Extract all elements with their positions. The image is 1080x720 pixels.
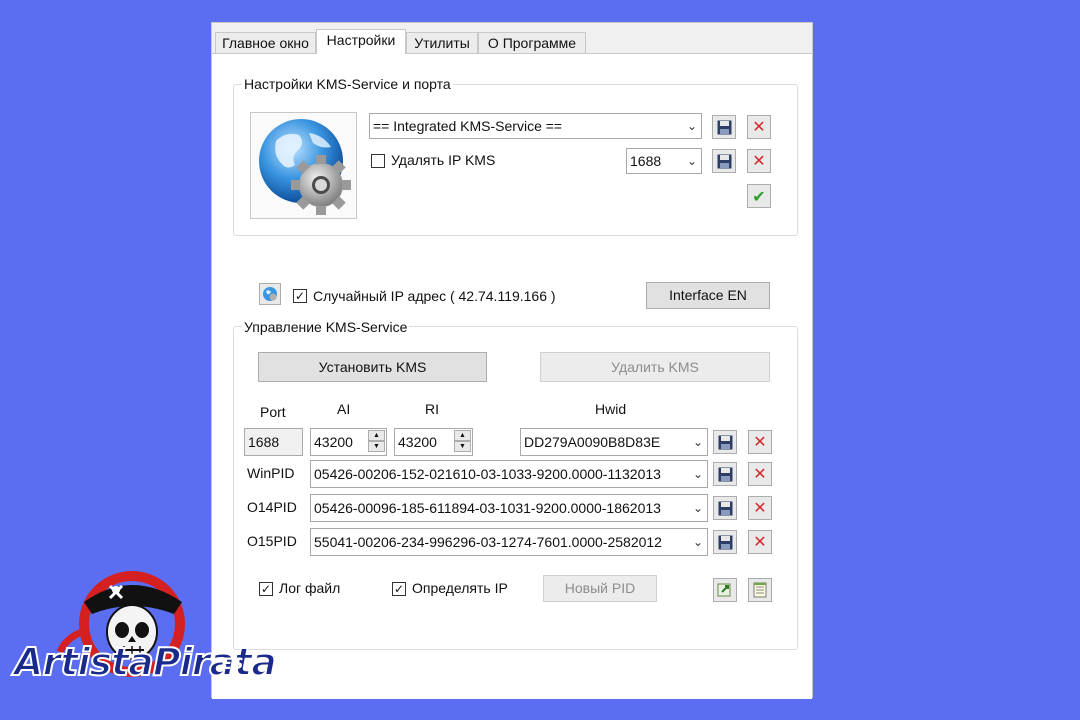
notes-button[interactable] bbox=[748, 578, 772, 602]
save-service-button[interactable] bbox=[712, 115, 736, 139]
detect-ip-label: Определять IP bbox=[412, 580, 508, 596]
chevron-down-icon: ⌄ bbox=[686, 119, 697, 133]
tab-bar: Главное окно Настройки Утилиты О Програм… bbox=[212, 29, 812, 54]
save-hwid-button[interactable] bbox=[713, 430, 737, 454]
globe-gear-icon bbox=[250, 112, 357, 219]
o15pid-select[interactable]: 55041-00206-234-996296-03-1274-7601.0000… bbox=[310, 528, 708, 556]
hwid-column-header: Hwid bbox=[595, 401, 627, 417]
new-pid-button[interactable]: Новый PID bbox=[543, 575, 657, 602]
winpid-select[interactable]: 05426-00206-152-021610-03-1033-9200.0000… bbox=[310, 460, 708, 488]
arrow-up-icon[interactable]: ▲ bbox=[454, 430, 471, 441]
chevron-down-icon: ⌄ bbox=[692, 535, 703, 549]
close-icon: ✕ bbox=[753, 432, 767, 451]
o14pid-select[interactable]: 05426-00096-185-611894-03-1031-9200.0000… bbox=[310, 494, 708, 522]
o15pid-label: O15PID bbox=[247, 533, 297, 549]
kms-service-select-value: == Integrated KMS-Service == bbox=[373, 118, 563, 134]
ri-column-header: RI bbox=[425, 401, 439, 417]
floppy-disk-icon bbox=[718, 501, 732, 515]
ai-stepper[interactable]: 43200 ▲ ▼ bbox=[310, 428, 387, 456]
network-icon-button[interactable] bbox=[259, 283, 281, 305]
o14pid-value: 05426-00096-185-611894-03-1031-9200.0000… bbox=[314, 500, 661, 516]
arrow-down-icon[interactable]: ▼ bbox=[454, 441, 471, 452]
apply-button[interactable]: ✔ bbox=[747, 184, 771, 208]
delete-ip-checkbox[interactable] bbox=[371, 154, 385, 168]
delete-ip-label: Удалять IP KMS bbox=[391, 152, 496, 168]
export-button[interactable] bbox=[713, 578, 737, 602]
checkmark-icon: ✔ bbox=[752, 186, 766, 206]
ri-stepper[interactable]: 43200 ▲ ▼ bbox=[394, 428, 473, 456]
winpid-value: 05426-00206-152-021610-03-1033-9200.0000… bbox=[314, 466, 661, 482]
tab-settings[interactable]: Настройки bbox=[316, 29, 406, 54]
chevron-down-icon: ⌄ bbox=[692, 501, 703, 515]
random-ip-label: Случайный IP адрес ( 42.74.119.166 ) bbox=[313, 288, 556, 304]
kms-manage-group-title: Управление KMS-Service bbox=[242, 319, 410, 335]
floppy-disk-icon bbox=[718, 535, 732, 549]
log-file-label: Лог файл bbox=[279, 580, 341, 596]
save-port-button[interactable] bbox=[712, 149, 736, 173]
app-window: Главное окно Настройки Утилиты О Програм… bbox=[211, 22, 813, 699]
floppy-disk-icon bbox=[718, 467, 732, 481]
log-file-checkbox[interactable]: ✓ bbox=[259, 582, 273, 596]
port-select-value: 1688 bbox=[630, 153, 662, 169]
delete-winpid-button[interactable]: ✕ bbox=[748, 462, 772, 486]
port-select[interactable]: 1688 ⌄ bbox=[626, 148, 702, 174]
ai-value: 43200 bbox=[314, 434, 353, 450]
ri-value: 43200 bbox=[398, 434, 437, 450]
tab-main-window[interactable]: Главное окно bbox=[215, 32, 316, 53]
delete-o14pid-button[interactable]: ✕ bbox=[748, 496, 772, 520]
globe-icon bbox=[263, 287, 277, 301]
tab-utilities[interactable]: Утилиты bbox=[406, 32, 478, 53]
remove-kms-button[interactable]: Удалить KMS bbox=[540, 352, 770, 382]
o15pid-value: 55041-00206-234-996296-03-1274-7601.0000… bbox=[314, 534, 662, 550]
ai-column-header: AI bbox=[337, 401, 351, 417]
floppy-disk-icon bbox=[717, 120, 731, 134]
chevron-down-icon: ⌄ bbox=[692, 435, 703, 449]
port-column-header: Port bbox=[260, 404, 286, 420]
save-winpid-button[interactable] bbox=[713, 462, 737, 486]
winpid-label: WinPID bbox=[247, 465, 295, 481]
kms-settings-group-title: Настройки KMS-Service и порта bbox=[242, 76, 453, 92]
chevron-down-icon: ⌄ bbox=[692, 467, 703, 481]
port-field[interactable]: 1688 bbox=[244, 428, 303, 456]
close-icon: ✕ bbox=[753, 498, 767, 517]
artistapirata-logo: ArtistaPirata .ES bbox=[13, 568, 278, 698]
settings-panel: Настройки KMS-Service и порта == Integra… bbox=[212, 54, 812, 699]
delete-o15pid-button[interactable]: ✕ bbox=[748, 530, 772, 554]
random-ip-checkbox[interactable]: ✓ bbox=[293, 289, 307, 303]
o14pid-label: O14PID bbox=[247, 499, 297, 515]
chevron-down-icon: ⌄ bbox=[686, 154, 697, 168]
detect-ip-checkbox[interactable]: ✓ bbox=[392, 582, 406, 596]
hwid-select[interactable]: DD279A0090B8D83E ⌄ bbox=[520, 428, 708, 456]
tab-about[interactable]: О Программе bbox=[478, 32, 586, 53]
close-icon: ✕ bbox=[753, 532, 767, 551]
logo-suffix: .ES bbox=[215, 654, 244, 673]
close-icon: ✕ bbox=[752, 117, 766, 136]
floppy-disk-icon bbox=[717, 154, 731, 168]
kms-service-select[interactable]: == Integrated KMS-Service == ⌄ bbox=[369, 113, 702, 139]
delete-port-button[interactable]: ✕ bbox=[747, 149, 771, 173]
floppy-disk-icon bbox=[718, 435, 732, 449]
interface-language-button[interactable]: Interface EN bbox=[646, 282, 770, 309]
arrow-up-icon[interactable]: ▲ bbox=[368, 430, 385, 441]
save-o15pid-button[interactable] bbox=[713, 530, 737, 554]
export-icon bbox=[717, 583, 731, 597]
install-kms-button[interactable]: Установить KMS bbox=[258, 352, 487, 382]
close-icon: ✕ bbox=[752, 151, 766, 170]
arrow-down-icon[interactable]: ▼ bbox=[368, 441, 385, 452]
ri-spin-buttons[interactable]: ▲ ▼ bbox=[454, 430, 471, 452]
close-icon: ✕ bbox=[753, 464, 767, 483]
delete-service-button[interactable]: ✕ bbox=[747, 115, 771, 139]
delete-hwid-button[interactable]: ✕ bbox=[748, 430, 772, 454]
hwid-select-value: DD279A0090B8D83E bbox=[524, 434, 661, 450]
notepad-icon bbox=[753, 582, 767, 598]
save-o14pid-button[interactable] bbox=[713, 496, 737, 520]
ai-spin-buttons[interactable]: ▲ ▼ bbox=[368, 430, 385, 452]
